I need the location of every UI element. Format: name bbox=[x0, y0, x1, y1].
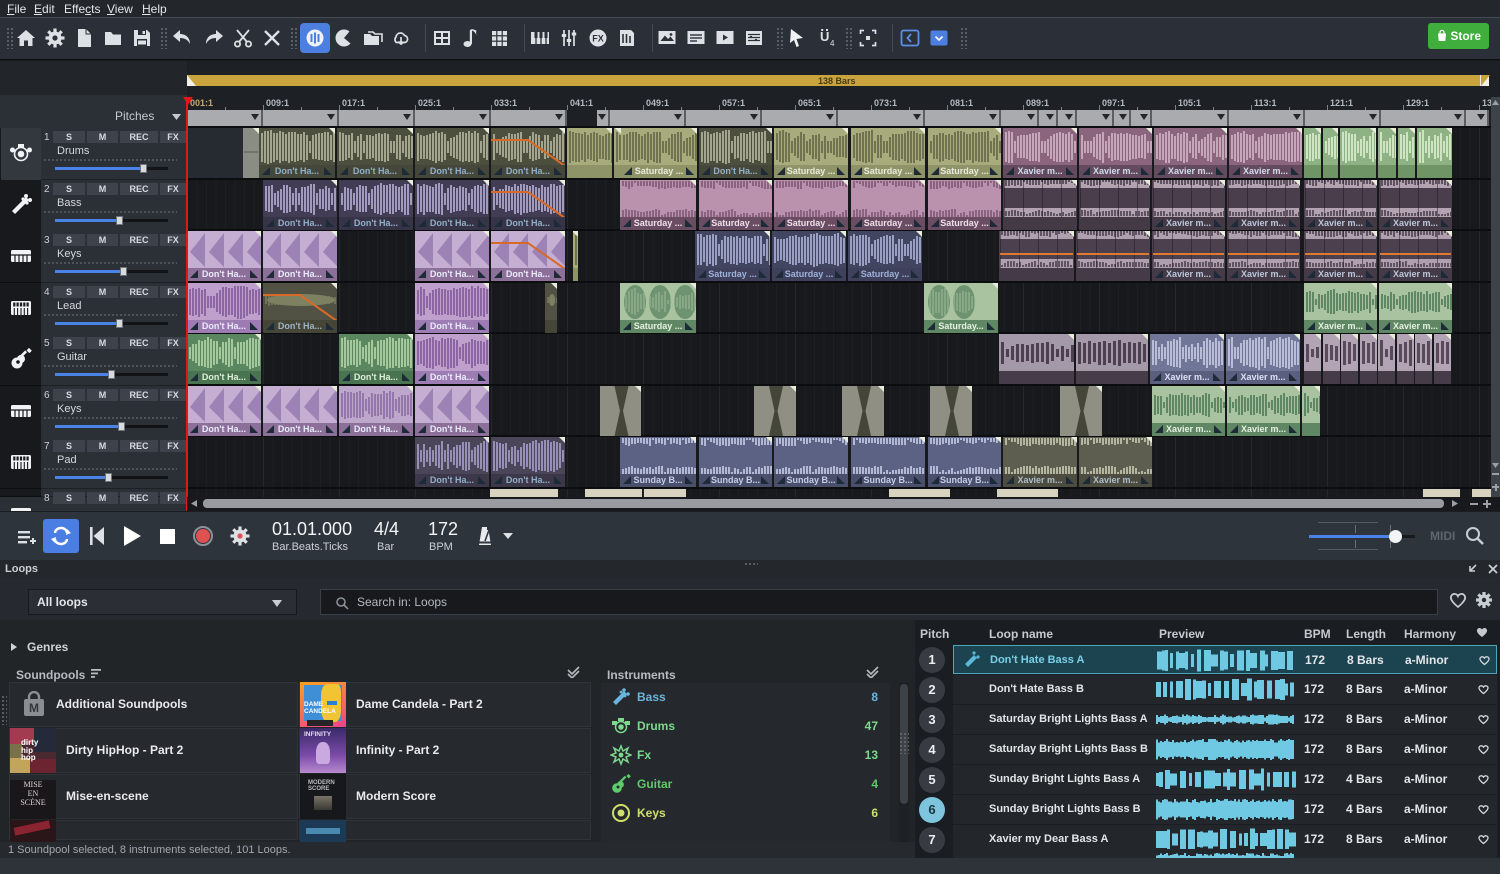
svg-text:M: M bbox=[29, 701, 39, 715]
svg-text:U: U bbox=[820, 29, 829, 44]
svg-text:4: 4 bbox=[830, 39, 835, 48]
svg-text:FX: FX bbox=[592, 34, 604, 44]
